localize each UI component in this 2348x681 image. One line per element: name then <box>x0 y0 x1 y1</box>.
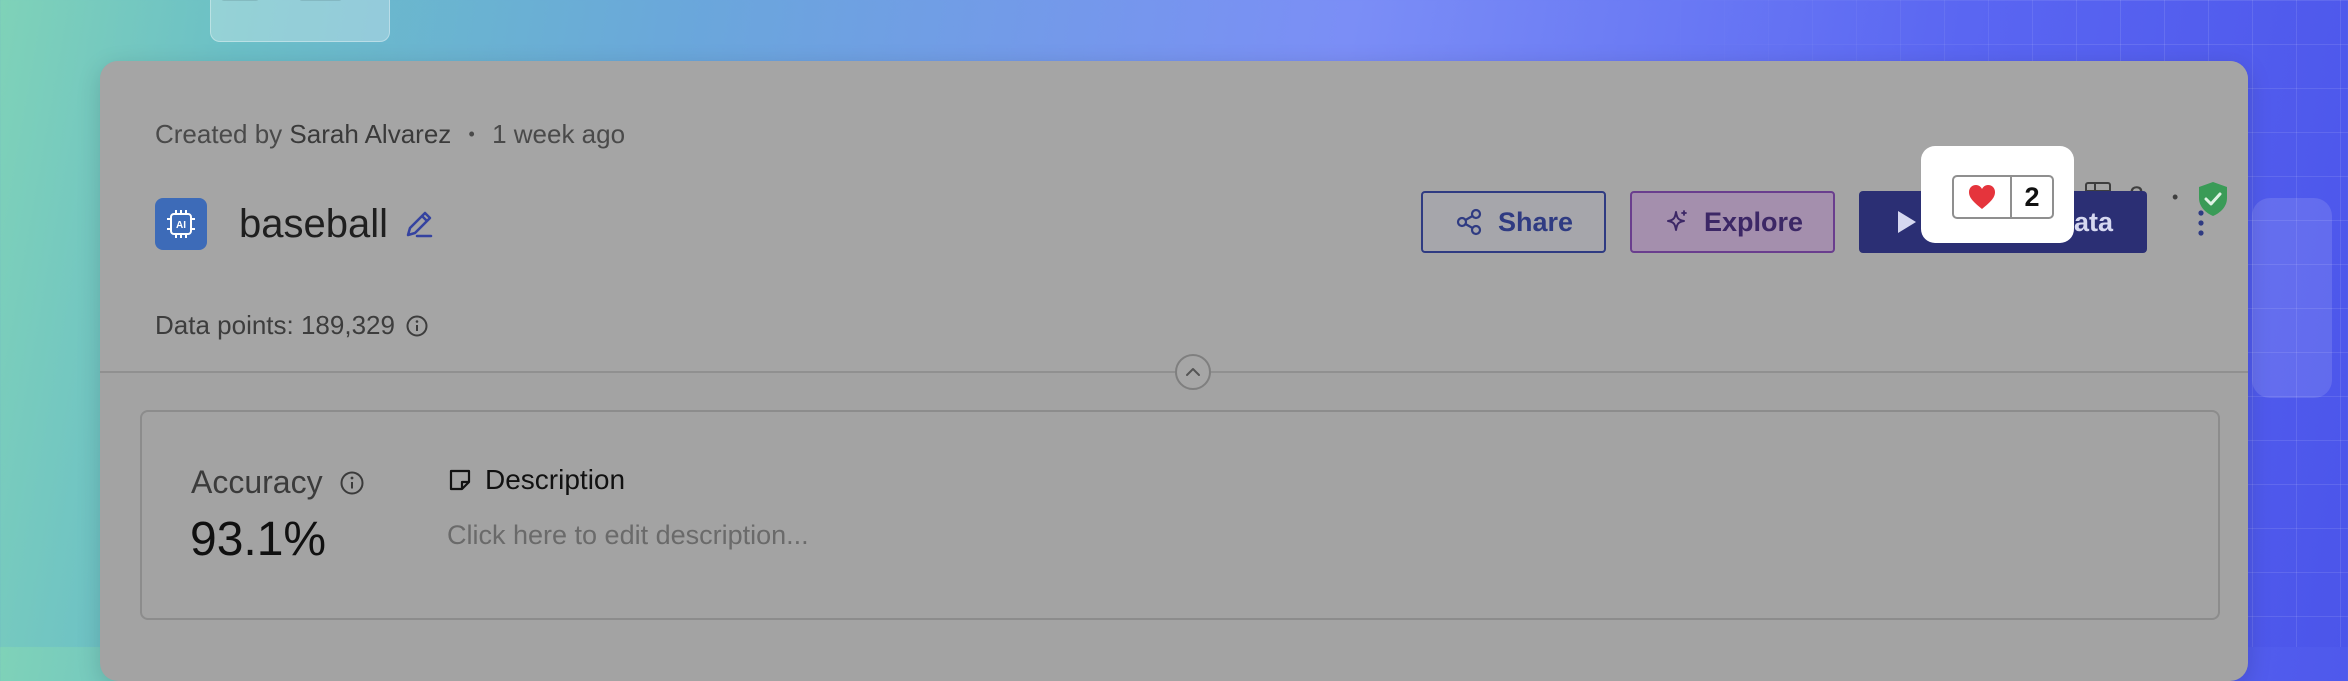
background-chip: mins <box>299 0 343 1</box>
author-name[interactable]: Sarah Alvarez <box>289 119 451 149</box>
explore-label: Explore <box>1703 206 1804 237</box>
chevron-up-icon <box>1186 368 1200 376</box>
model-header-section: Created by Sarah Alvarez • 1 week ago AI… <box>100 61 2248 373</box>
accuracy-label: Accuracy <box>191 464 323 500</box>
data-points-row: Data points: 189,329 <box>155 310 429 341</box>
separator-dot: • <box>468 124 475 144</box>
share-label: Share <box>1497 206 1574 237</box>
accuracy-label-row: Accuracy <box>191 464 365 501</box>
accuracy-value: 93.1% <box>190 513 327 566</box>
description-heading: Description <box>485 464 626 495</box>
like-count: 2 <box>2024 181 2040 212</box>
share-icon <box>1456 208 1482 236</box>
play-icon <box>1897 211 1916 233</box>
like-button[interactable]: 2 <box>1952 175 2054 219</box>
model-title: baseball <box>239 201 389 246</box>
heart-icon <box>1954 177 2012 217</box>
data-points-label: Data points: 189,329 <box>155 310 395 340</box>
ai-model-icon: AI <box>155 198 207 250</box>
more-vertical-icon[interactable] <box>2186 201 2216 245</box>
model-details-panel: Accuracy 93.1% Description Click here to… <box>140 410 2220 620</box>
note-icon <box>449 469 471 491</box>
like-highlight: 2 <box>1921 146 2074 243</box>
created-by-line: Created by Sarah Alvarez • 1 week ago <box>155 119 625 150</box>
description-heading-row: Description <box>447 464 625 496</box>
title-row: AI baseball <box>155 196 436 252</box>
model-card: Created by Sarah Alvarez • 1 week ago AI… <box>100 61 2248 681</box>
background-side-card <box>2252 198 2332 398</box>
info-icon[interactable] <box>405 314 429 338</box>
sparkle-icon <box>1666 210 1687 231</box>
share-button[interactable]: Share <box>1421 191 1606 253</box>
description-editable[interactable]: Click here to edit description... <box>447 520 809 551</box>
collapse-header-button[interactable] <box>1175 354 1211 390</box>
ai-badge-text: AI <box>176 220 186 231</box>
edit-title-icon[interactable] <box>402 207 436 241</box>
explore-button[interactable]: Explore <box>1630 191 1835 253</box>
separator-dot: • <box>2172 187 2179 207</box>
created-by-prefix: Created by <box>155 119 283 149</box>
background-card: 120 mins <box>210 0 390 42</box>
info-icon[interactable] <box>339 470 365 496</box>
background-chip: 120 <box>221 0 260 1</box>
created-time: 1 week ago <box>492 119 626 149</box>
